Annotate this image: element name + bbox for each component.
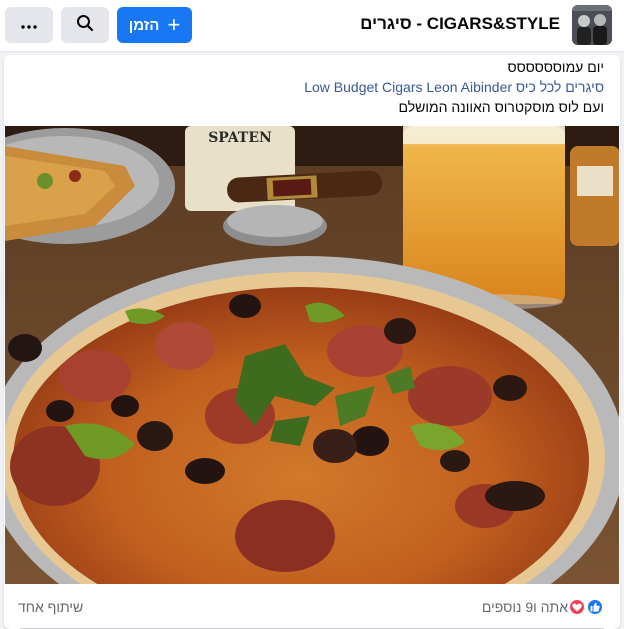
post-line-1: יום עמוסססססס — [507, 59, 604, 75]
group-avatar[interactable] — [572, 5, 612, 45]
more-options-button[interactable] — [5, 7, 53, 43]
group-title[interactable]: סיגרים - CIGARS&STYLE — [360, 14, 560, 34]
love-icon — [568, 598, 586, 616]
post-line-2-link[interactable]: סיגרים לכל כיס Low Budget Cigars Leon Ai… — [304, 77, 604, 97]
post-card: יום עמוסססססס סיגרים לכל כיס Low Budget … — [4, 55, 620, 629]
shares-count[interactable]: שיתוף אחד — [18, 599, 83, 615]
reaction-icons — [568, 598, 604, 616]
like-icon — [586, 598, 604, 616]
post-line-3: ועם לוס מוסקטרוס האוונה המושלם — [398, 99, 604, 115]
search-icon — [76, 14, 94, 37]
invite-button-label: הזמן — [128, 16, 160, 34]
post-photo[interactable]: SPATEN — [5, 126, 619, 584]
reactions-summary[interactable]: אתה ו9 נוספים — [482, 598, 604, 616]
spaten-label: SPATEN — [208, 130, 272, 146]
search-button[interactable] — [61, 7, 109, 43]
more-icon — [21, 16, 37, 34]
invite-button[interactable]: + הזמן — [117, 7, 192, 43]
plus-icon: + — [167, 12, 181, 37]
group-header: סיגרים - CIGARS&STYLE + הזמן — [0, 0, 624, 52]
post-text: יום עמוסססססס סיגרים לכל כיס Low Budget … — [304, 57, 604, 117]
reactions-text: אתה ו9 נוספים — [481, 599, 568, 615]
post-footer: אתה ו9 נוספים שיתוף אחד — [4, 584, 620, 629]
